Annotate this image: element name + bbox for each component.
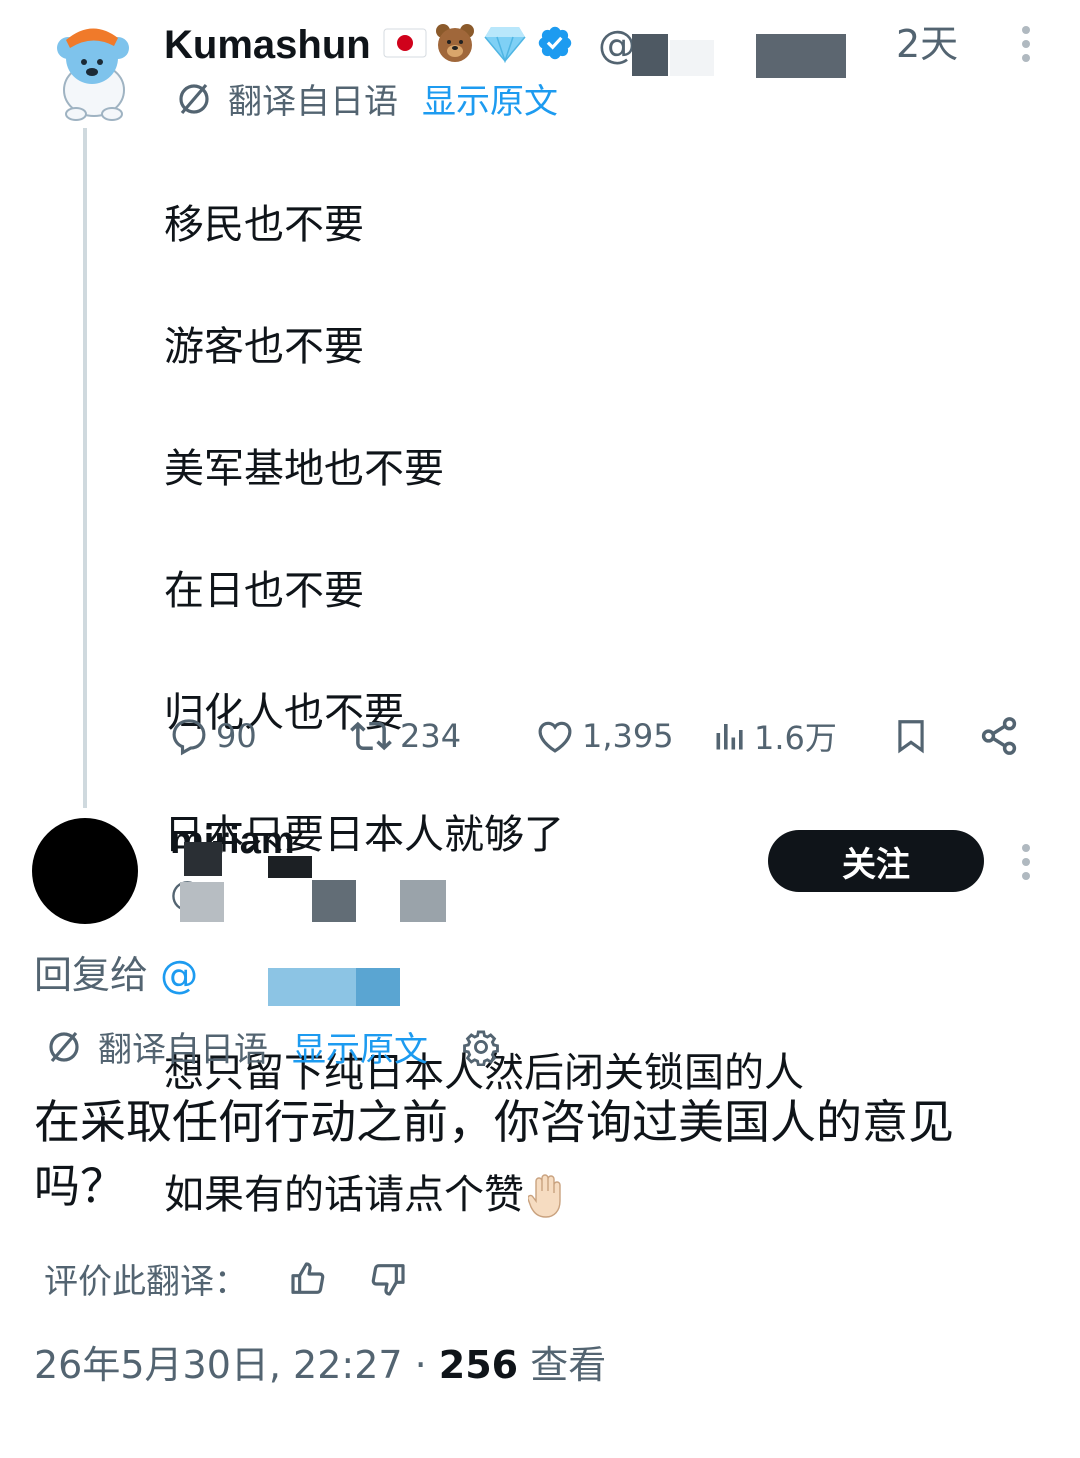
handle-redaction [180, 882, 224, 922]
handle-redaction [312, 880, 356, 922]
translated-label: 翻译自日语 [228, 82, 398, 122]
follow-button[interactable]: 关注 [768, 830, 984, 892]
gear-icon[interactable] [462, 1028, 500, 1066]
tweet-line: 美军基地也不要 [164, 446, 444, 492]
bookmark-button[interactable] [892, 706, 930, 766]
reply-body: 在采取任何行动之前，你咨询过美国人的意见吗？ [34, 1095, 954, 1213]
reply-button[interactable]: 90 [168, 706, 257, 766]
show-original-link[interactable]: 显示原文 [422, 74, 558, 123]
handle-redaction [632, 34, 668, 76]
reply-to-line: 回复给 @ [34, 953, 199, 997]
handle-redaction [400, 880, 446, 922]
retweet-button[interactable]: 234 [348, 706, 461, 766]
retweet-count: 234 [400, 717, 462, 755]
gem-icon [482, 20, 528, 66]
author-handle[interactable]: @ [598, 22, 636, 68]
thumbs-down-icon[interactable] [368, 1259, 408, 1299]
tweet-line [164, 927, 804, 982]
heart-icon [534, 715, 576, 757]
tweet-line: 游客也不要 [164, 324, 364, 370]
tweet-line: 在日也不要 [164, 568, 364, 614]
thumbs-up-icon[interactable] [288, 1259, 328, 1299]
rate-translation: 评价此翻译： [44, 1254, 408, 1303]
share-icon [978, 715, 1020, 757]
translate-icon [176, 81, 212, 117]
author-badges [382, 20, 578, 66]
jp-flag-icon [382, 20, 428, 66]
reply-date[interactable]: 26年5月30日, 22:27 · [34, 1343, 439, 1387]
more-options-icon[interactable] [1016, 842, 1036, 882]
views-count: 1.6万 [754, 719, 837, 757]
reply-count: 90 [216, 717, 257, 755]
bookmark-icon [892, 715, 930, 757]
reply-to-mention[interactable]: @ [160, 953, 198, 997]
translated-label: 翻译自日语 [98, 1030, 268, 1070]
show-original-link[interactable]: 显示原文 [292, 1022, 428, 1071]
more-options-icon[interactable] [1016, 24, 1036, 64]
reply-translation-row: 翻译自日语 显示原文 [46, 1022, 500, 1071]
like-button[interactable]: 1,395 [534, 706, 674, 766]
handle-redaction [756, 34, 846, 78]
reply-views-label: 查看 [518, 1343, 607, 1387]
author-avatar[interactable] [52, 18, 136, 122]
tweet-time[interactable]: 2天 [896, 20, 958, 68]
like-count: 1,395 [582, 717, 674, 755]
reply-icon [168, 715, 210, 757]
mention-redaction [356, 968, 400, 1006]
handle-redaction [670, 40, 714, 76]
reply-meta: 26年5月30日, 22:27 · 256 查看 [34, 1340, 606, 1390]
reply-views-count: 256 [438, 1343, 519, 1387]
author-name[interactable]: Kumashun [164, 22, 371, 68]
analytics-icon [712, 718, 748, 754]
thread-line [83, 128, 87, 808]
verified-badge-icon [532, 20, 578, 66]
reply-author-avatar[interactable] [32, 818, 138, 924]
translate-icon [46, 1029, 82, 1065]
bear-face-icon [432, 20, 478, 66]
retweet-icon [348, 715, 394, 757]
views-button[interactable]: 1.6万 [712, 706, 837, 766]
rate-label: 评价此翻译： [44, 1262, 248, 1302]
tweet-line: 移民也不要 [164, 202, 364, 248]
translation-row: 翻译自日语 显示原文 [176, 74, 558, 123]
name-redaction [268, 856, 312, 878]
share-button[interactable] [978, 706, 1020, 766]
name-redaction [184, 842, 222, 876]
tweet-actions: 90 234 1,395 1.6万 [164, 706, 1034, 766]
